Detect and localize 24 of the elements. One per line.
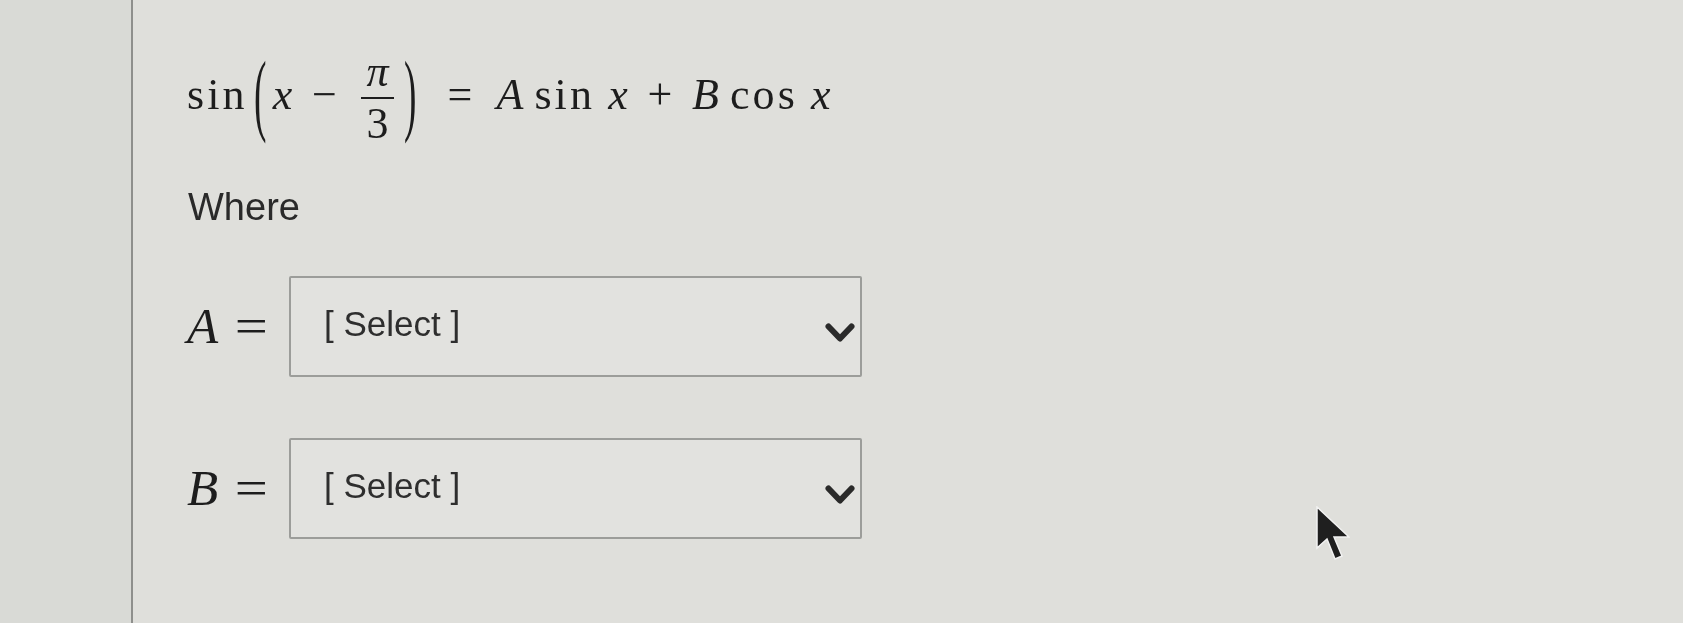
parenthesis: (	[253, 49, 267, 141]
function-name: cos	[730, 69, 798, 121]
math-operator: −	[312, 69, 337, 121]
math-variable: x	[811, 69, 831, 121]
dropdown[interactable]: [ Select ]	[289, 275, 862, 377]
fraction-numerator: π	[365, 51, 391, 93]
math-variable: B	[187, 459, 219, 516]
chevron-down-icon	[825, 323, 855, 344]
fraction-denominator: 3	[365, 103, 390, 145]
dropdown[interactable]: [ Select ]	[289, 437, 862, 539]
math-operator: +	[647, 69, 673, 121]
intro-text: Where	[188, 186, 300, 230]
math-variable: x	[272, 69, 293, 121]
parenthesis: )	[404, 49, 417, 141]
math-operator: =	[447, 69, 473, 121]
math-operator: =	[234, 300, 268, 352]
function-name: sin	[187, 69, 248, 121]
math-variable: x	[608, 69, 628, 121]
math-variable: A	[496, 69, 524, 121]
math-variable: B	[692, 69, 719, 121]
function-name: sin	[534, 69, 595, 121]
cursor-icon	[1316, 506, 1350, 560]
chevron-down-icon	[825, 485, 855, 506]
math-operator: =	[234, 462, 268, 514]
